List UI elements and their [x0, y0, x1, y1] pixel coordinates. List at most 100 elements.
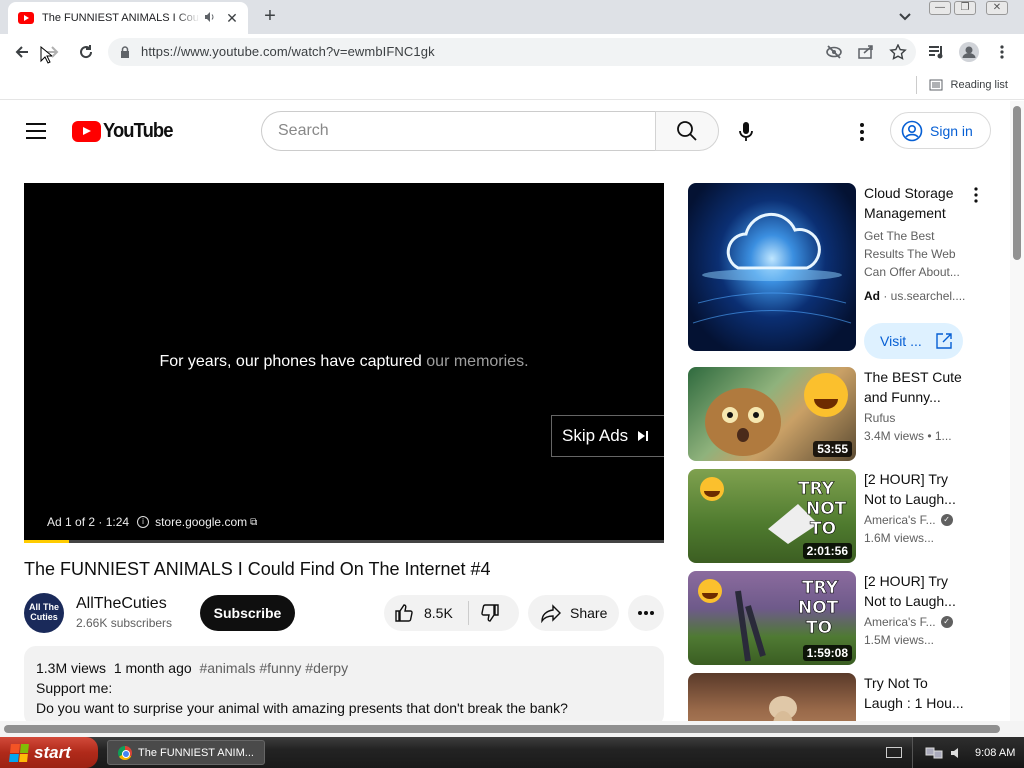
video-title[interactable]: [2 HOUR] Try Not to Laugh... — [864, 571, 964, 611]
like-button[interactable]: 8.5K — [394, 603, 453, 623]
search-button[interactable] — [655, 111, 719, 151]
account-circle-icon — [901, 120, 923, 141]
tab-search-chevron-icon[interactable] — [896, 9, 914, 25]
video-title[interactable]: Try Not To Laugh : 1 Hou... — [864, 673, 964, 713]
youtube-logo[interactable]: YouTube — [72, 120, 179, 143]
minimize-window-button[interactable]: — — [929, 1, 951, 15]
reload-button[interactable] — [72, 38, 100, 66]
audio-playing-icon[interactable] — [204, 11, 218, 26]
settings-kebab-icon[interactable] — [852, 121, 872, 143]
cloud-graphic-icon — [692, 213, 852, 324]
media-control-icon[interactable] — [928, 44, 946, 60]
sidebar-video[interactable]: Try Not To Laugh : 1 Hou... — [688, 673, 988, 721]
hashtags[interactable]: #animals #funny #derpy — [199, 660, 348, 676]
video-channel-name: America's F... — [864, 615, 936, 629]
sign-in-label: Sign in — [930, 122, 973, 139]
horizontal-scroll-thumb[interactable] — [4, 725, 1000, 733]
more-actions-button[interactable] — [628, 595, 664, 631]
video-thumbnail[interactable]: TRY NOT TO 1:59:08 — [688, 571, 856, 665]
profile-avatar-icon[interactable] — [959, 42, 979, 62]
network-tray-icon[interactable] — [925, 745, 945, 761]
verified-check-icon: ✓ — [940, 616, 953, 628]
windows-flag-icon — [9, 743, 29, 762]
ad-progress-bar[interactable] — [24, 540, 664, 543]
share-page-icon[interactable] — [857, 44, 875, 60]
ad-domain-link[interactable]: store.google.com — [155, 515, 247, 529]
bookmarks-separator — [915, 76, 917, 94]
tab-strip: The FUNNIEST ANIMALS I Could Find On The… — [0, 0, 1024, 34]
video-thumbnail[interactable]: TRY NOT TO 2:01:56 — [688, 469, 856, 563]
ad-menu-icon[interactable] — [972, 187, 980, 203]
close-window-button[interactable]: ✕ — [986, 1, 1008, 15]
ad-title[interactable]: Cloud Storage Management — [864, 183, 964, 223]
sidebar-ad[interactable]: Cloud Storage Management Get The Best Re… — [688, 183, 988, 359]
ad-caption-main: For years, our phones have captured — [159, 353, 422, 370]
ad-caption: For years, our phones have captured our … — [24, 353, 664, 371]
description-line-2: Do you want to surprise your animal with… — [36, 700, 568, 716]
share-button[interactable]: Share — [528, 595, 619, 631]
reading-list-button[interactable]: Reading list — [915, 76, 1008, 94]
youtube-favicon-icon — [18, 12, 34, 24]
eye-slash-icon[interactable] — [825, 44, 843, 60]
browser-tab[interactable]: The FUNNIEST ANIMALS I Could Find On The… — [8, 2, 248, 34]
video-channel-name: Rufus — [864, 411, 896, 425]
video-channel[interactable]: Rufus — [864, 411, 968, 425]
browser-menu-icon[interactable] — [998, 44, 1006, 60]
bookmark-star-icon[interactable] — [889, 44, 907, 60]
skip-ads-label: Skip Ads — [562, 426, 629, 445]
search-input[interactable]: Search — [261, 111, 656, 151]
channel-name[interactable]: AllTheCuties — [76, 595, 167, 613]
vertical-scrollbar[interactable] — [1010, 101, 1024, 721]
youtube-page: YouTube Search Sign in For years, our ph… — [0, 101, 1010, 721]
back-button[interactable] — [8, 38, 36, 66]
sidebar-video[interactable]: 53:55 The BEST Cute and Funny... Rufus 3… — [688, 367, 988, 463]
ad-counter: Ad 1 of 2 · 1:24 — [47, 515, 130, 529]
clock[interactable]: 9:08 AM — [975, 747, 1015, 759]
system-tray: 9:08 AM — [912, 737, 1024, 768]
video-views: 3.4M views • 1... — [864, 429, 952, 443]
vertical-scroll-thumb[interactable] — [1013, 106, 1021, 260]
ad-info-icon[interactable]: i — [137, 516, 150, 528]
start-label: start — [34, 742, 71, 762]
video-title[interactable]: [2 HOUR] Try Not to Laugh... — [864, 469, 964, 509]
visit-ad-button[interactable]: Visit ... — [864, 323, 963, 359]
upload-age: 1 month ago — [113, 660, 192, 676]
like-divider — [468, 601, 469, 625]
windows-taskbar: start The FUNNIEST ANIM... 9:08 AM — [0, 737, 1024, 768]
video-title[interactable]: The BEST Cute and Funny... — [864, 367, 964, 407]
video-channel[interactable]: America's F... ✓ — [864, 615, 968, 629]
address-bar[interactable]: https://www.youtube.com/watch?v=ewmbIFNC… — [108, 38, 916, 66]
ad-caption-dim: our memories. — [421, 353, 529, 370]
subscribe-button[interactable]: Subscribe — [200, 595, 295, 631]
sidebar-video[interactable]: TRY NOT TO 1:59:08 [2 HOUR] Try Not to Lau… — [688, 571, 988, 667]
video-channel[interactable]: America's F... ✓ — [864, 513, 968, 527]
volume-tray-icon[interactable] — [949, 745, 965, 761]
lock-icon[interactable] — [120, 46, 130, 58]
like-dislike-bar: 8.5K — [384, 595, 519, 631]
video-thumbnail[interactable]: 53:55 — [688, 367, 856, 461]
channel-avatar[interactable]: All The Cuties — [24, 593, 64, 633]
sidebar-video[interactable]: TRY NOT TO 2:01:56 [2 HOUR] Try Not to Lau… — [688, 469, 988, 565]
hamburger-menu-icon[interactable] — [26, 123, 46, 139]
reload-icon — [80, 45, 93, 59]
horizontal-scrollbar[interactable] — [0, 721, 1024, 737]
ad-thumbnail[interactable] — [688, 183, 856, 351]
restore-window-button[interactable]: ❐ — [954, 1, 976, 15]
video-player[interactable]: For years, our phones have captured our … — [24, 183, 664, 543]
sign-in-button[interactable]: Sign in — [890, 112, 991, 149]
start-button[interactable]: start — [0, 737, 98, 768]
ad-info: Ad 1 of 2 · 1:24 i store.google.com ⧉ — [47, 515, 257, 529]
url-text[interactable]: https://www.youtube.com/watch?v=ewmbIFNC… — [141, 44, 435, 59]
thumbs-down-icon — [481, 604, 499, 622]
video-title: The FUNNIEST ANIMALS I Could Find On The… — [24, 559, 491, 579]
microphone-icon[interactable] — [733, 119, 759, 145]
dislike-button[interactable] — [480, 603, 500, 628]
keyboard-icon[interactable] — [886, 747, 902, 758]
close-tab-icon[interactable]: ✕ — [224, 10, 240, 27]
description-box[interactable]: 1.3M views 1 month ago #animals #funny #… — [24, 646, 664, 721]
taskbar-chrome-window[interactable]: The FUNNIEST ANIM... — [107, 740, 265, 765]
new-tab-button[interactable]: + — [258, 5, 282, 29]
skip-ads-button[interactable]: Skip Ads — [551, 415, 664, 457]
video-thumbnail[interactable] — [688, 673, 856, 721]
svg-text:TRY: TRY — [798, 479, 835, 499]
